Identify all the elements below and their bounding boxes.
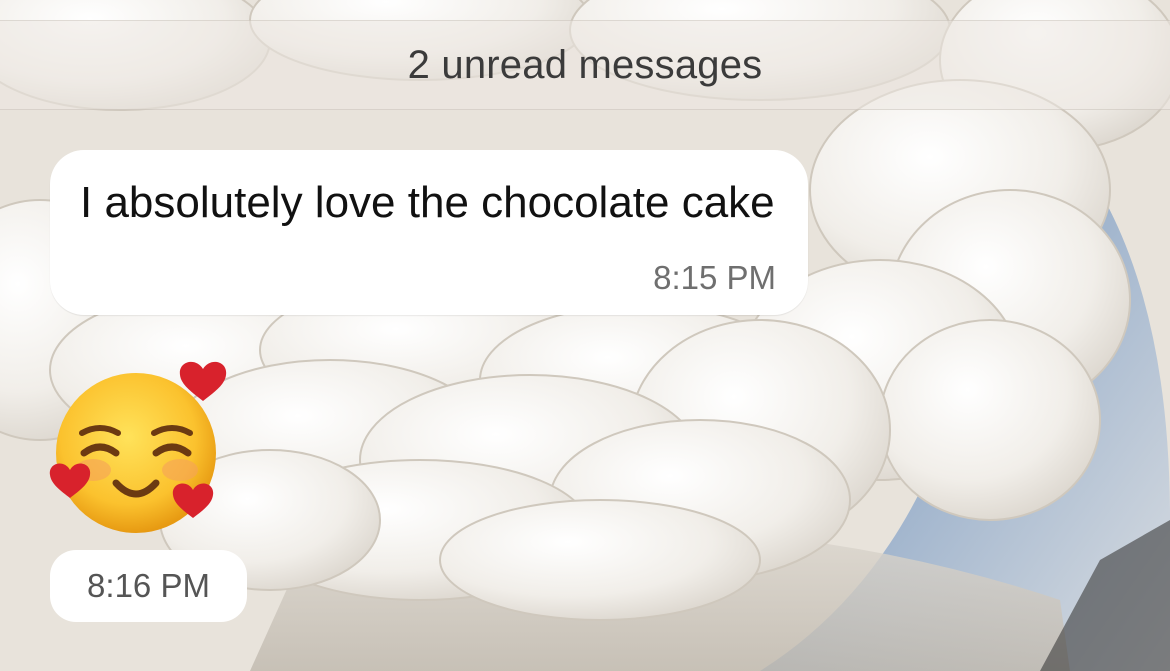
- message-bubble[interactable]: I absolutely love the chocolate cake 8:1…: [50, 150, 808, 315]
- timestamp-label: 8:16 PM: [87, 567, 210, 604]
- chat-view[interactable]: 2 unread messages I absolutely love the …: [0, 0, 1170, 671]
- unread-messages-label: 2 unread messages: [407, 42, 763, 87]
- emoji-message-timestamp: 8:16 PM: [50, 550, 247, 622]
- unread-messages-banner: 2 unread messages: [0, 20, 1170, 110]
- message-timestamp: 8:15 PM: [653, 259, 776, 296]
- message-text: I absolutely love the chocolate cake: [80, 178, 775, 227]
- smiling-face-with-hearts-icon[interactable]: [48, 355, 233, 540]
